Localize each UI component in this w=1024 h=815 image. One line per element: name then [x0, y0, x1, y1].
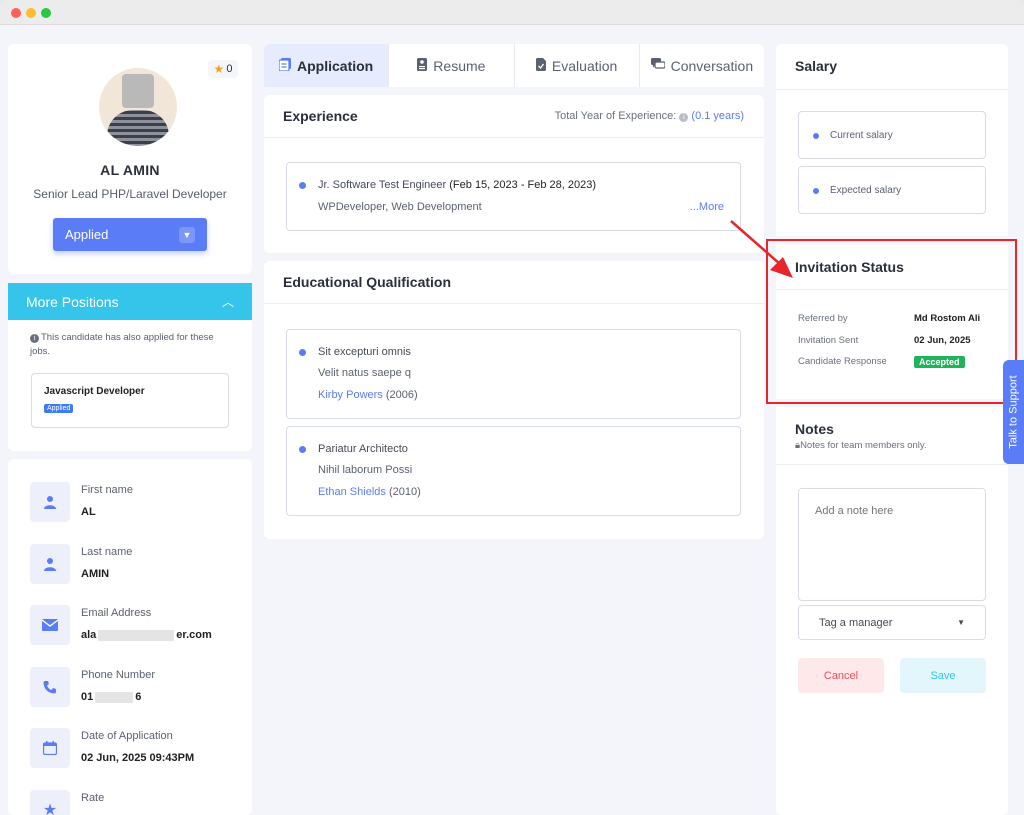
detail-rate: ★ Rate [30, 790, 240, 815]
invitation-referred-row: Referred by Md Rostom Ali [798, 313, 981, 324]
app-window: ★ 0 AL AMIN Senior Lead PHP/Laravel Deve… [0, 0, 1024, 815]
save-button[interactable]: Save [900, 658, 986, 693]
chevron-up-icon: ︿ [221, 295, 234, 309]
detail-label: Email Address [81, 607, 152, 619]
experience-position: Jr. Software Test Engineer (Feb 15, 2023… [318, 179, 597, 191]
detail-value: 01 6 [81, 691, 142, 703]
candidate-profile-card: ★ 0 AL AMIN Senior Lead PHP/Laravel Deve… [8, 44, 252, 274]
education-field: Nihil laborum Possi [318, 464, 413, 476]
detail-last-name: Last name AMIN [30, 544, 240, 594]
experience-more-link[interactable]: ...More [690, 201, 724, 213]
detail-label: Last name [81, 546, 133, 558]
education-degree: Pariatur Architecto [318, 443, 408, 455]
education-institute: Ethan Shields (2010) [318, 486, 421, 498]
detail-email: Email Address ala er.com [30, 605, 240, 655]
rating-badge: ★ 0 [208, 60, 238, 78]
other-job-status-badge: Applied [44, 404, 74, 413]
avatar [99, 68, 177, 146]
experience-title: Experience [283, 108, 358, 124]
user-icon [30, 544, 70, 584]
detail-value: AL [81, 506, 96, 518]
invitation-response-row: Candidate Response Accepted [798, 356, 988, 368]
info-icon: i [30, 334, 39, 343]
minimize-window-button[interactable] [26, 8, 36, 18]
experience-company: WPDeveloper, Web Development [318, 201, 482, 213]
redacted-block [95, 691, 134, 703]
detail-label: First name [81, 484, 133, 496]
notes-title: Notes [795, 421, 834, 437]
right-panel: Salary Current salary Expected salary In… [776, 44, 1008, 815]
other-job-title: Javascript Developer [44, 386, 145, 397]
resume-icon [417, 57, 428, 74]
detail-application-date: Date of Application 02 Jun, 2025 09:43PM [30, 728, 240, 778]
education-field: Velit natus saepe q [318, 367, 411, 379]
detail-phone: Phone Number 01 6 [30, 667, 240, 717]
status-label: Applied [65, 227, 109, 242]
window-titlebar [0, 0, 1024, 25]
education-entry: Pariatur Architecto Nihil laborum Possi … [286, 426, 741, 516]
experience-card: Experience Total Year of Experience: i (… [264, 95, 764, 253]
tab-conversation[interactable]: Conversation [640, 44, 764, 87]
tab-evaluation[interactable]: Evaluation [515, 44, 640, 87]
education-card: Educational Qualification Sit excepturi … [264, 261, 764, 539]
expected-salary-box: Expected salary [798, 166, 986, 214]
education-entry: Sit excepturi omnis Velit natus saepe q … [286, 329, 741, 419]
detail-value: ala er.com [81, 629, 212, 641]
education-institute: Kirby Powers (2006) [318, 389, 418, 401]
detail-label: Phone Number [81, 669, 155, 681]
detail-value: 02 Jun, 2025 09:43PM [81, 752, 195, 764]
detail-label: Date of Application [81, 730, 173, 742]
current-salary-box: Current salary [798, 111, 986, 159]
detail-label: Rate [81, 792, 105, 804]
more-positions-note: i This candidate has also applied for the… [30, 332, 214, 357]
experience-entry: Jr. Software Test Engineer (Feb 15, 2023… [286, 162, 741, 231]
accepted-badge: Accepted [914, 356, 965, 368]
tab-application[interactable]: Application [264, 44, 390, 87]
redacted-block [98, 629, 175, 641]
caret-down-icon: ▼ [957, 618, 965, 627]
maximize-window-button[interactable] [41, 8, 51, 18]
salary-title: Salary [795, 58, 838, 74]
calendar-icon [30, 728, 70, 768]
other-job-card[interactable]: Javascript Developer Applied [31, 373, 229, 428]
phone-icon [30, 667, 70, 707]
star-icon: ★ [30, 790, 70, 815]
detail-first-name: First name AL [30, 482, 240, 532]
notes-subtitle: 🔒︎Notes for team members only. [795, 440, 927, 451]
candidate-name: AL AMIN [100, 162, 160, 178]
tab-resume[interactable]: Resume [389, 44, 515, 87]
more-positions-card: More Positions ︿ i This candidate has als… [8, 283, 252, 451]
user-icon [30, 482, 70, 522]
candidate-role: Senior Lead PHP/Laravel Developer [33, 187, 227, 201]
star-icon: ★ [213, 62, 225, 76]
detail-value: AMIN [81, 568, 110, 580]
talk-to-support-button[interactable]: Talk to Support [1003, 360, 1024, 464]
chevron-down-icon: ▼ [179, 226, 195, 243]
education-title: Educational Qualification [283, 274, 452, 290]
document-icon [278, 57, 291, 74]
help-icon[interactable]: i [679, 113, 689, 122]
more-positions-header[interactable]: More Positions ︿ [8, 283, 252, 320]
chat-icon [650, 58, 666, 73]
evaluation-icon [535, 57, 546, 74]
tag-manager-select[interactable]: Tag a manager ▼ [798, 605, 986, 640]
more-positions-title: More Positions [26, 293, 119, 310]
invitation-sent-row: Invitation Sent 02 Jun, 2025 [798, 335, 971, 346]
candidate-details-card: First name AL Last name AMIN Email Addre… [8, 459, 252, 815]
close-window-button[interactable] [11, 8, 21, 18]
candidate-tabs: Application Resume Evaluation Conversati… [264, 44, 764, 87]
invitation-status-title: Invitation Status [795, 259, 904, 275]
status-dropdown[interactable]: Applied ▼ [53, 218, 207, 251]
note-input[interactable] [798, 488, 986, 601]
education-degree: Sit excepturi omnis [318, 346, 411, 358]
experience-total: Total Year of Experience: i (0.1 years) [554, 110, 744, 122]
mail-icon [30, 605, 70, 645]
cancel-button[interactable]: Cancel [798, 658, 884, 693]
rating-count: 0 [226, 63, 233, 75]
